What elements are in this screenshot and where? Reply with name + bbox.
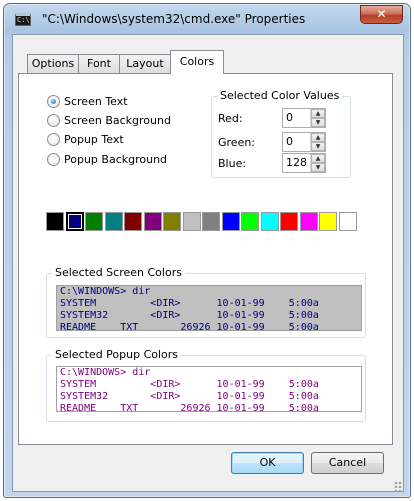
radio-popup-text[interactable]: Popup Text [47, 131, 124, 147]
blue-spinner[interactable]: 128 ▲ ▼ [282, 153, 326, 173]
spin-down-icon[interactable]: ▼ [311, 142, 325, 151]
radio-label: Screen Background [64, 113, 171, 127]
blue-label: Blue: [218, 157, 247, 170]
color-swatch[interactable] [202, 212, 220, 231]
radio-button[interactable] [47, 152, 60, 166]
spin-up-icon[interactable]: ▲ [311, 109, 325, 118]
tab-layout[interactable]: Layout [119, 54, 171, 74]
spin-buttons: ▲ ▼ [310, 133, 325, 151]
red-label: Red: [218, 112, 243, 125]
color-swatch[interactable] [104, 212, 123, 231]
color-swatch[interactable] [143, 212, 162, 231]
red-value[interactable]: 0 [286, 111, 293, 124]
green-label: Green: [218, 136, 256, 149]
color-swatch[interactable] [338, 212, 357, 231]
color-swatch[interactable] [319, 212, 337, 231]
spin-buttons: ▲ ▼ [310, 154, 325, 172]
screen-colors-preview: C:\WINDOWS> dir SYSTEM <DIR> 10-01-99 5:… [56, 285, 362, 331]
radio-button-checked[interactable] [47, 94, 60, 108]
preview-line: SYSTEM32 <DIR> 10-01-99 5:00a [60, 391, 319, 402]
title-bar[interactable]: C:\ "C:\Windows\system32\cmd.exe" Proper… [4, 4, 410, 34]
radio-popup-background[interactable]: Popup Background [47, 151, 167, 167]
color-swatch[interactable] [182, 212, 201, 231]
spin-up-icon[interactable]: ▲ [311, 154, 325, 163]
tab-colors[interactable]: Colors [170, 50, 224, 74]
color-swatch[interactable] [299, 212, 318, 231]
window-title: "C:\Windows\system32\cmd.exe" Properties [42, 12, 306, 26]
preview-line: C:\WINDOWS> dir [60, 286, 151, 297]
color-swatch[interactable] [241, 212, 259, 231]
radio-label: Screen Text [64, 94, 128, 108]
color-swatch[interactable] [65, 212, 84, 231]
radio-label: Popup Background [64, 152, 168, 166]
color-swatch[interactable] [124, 212, 142, 231]
close-button[interactable]: ✕ [360, 5, 403, 24]
preview-line: SYSTEM32 <DIR> 10-01-99 5:00a [60, 310, 319, 321]
color-swatch[interactable] [221, 212, 240, 231]
group-legend: Selected Screen Colors [52, 266, 185, 279]
red-spinner[interactable]: 0 ▲ ▼ [282, 108, 326, 128]
resize-grip-icon[interactable] [394, 481, 404, 491]
color-swatch[interactable] [280, 212, 298, 231]
group-legend: Selected Popup Colors [52, 348, 182, 361]
cancel-button[interactable]: Cancel [311, 452, 384, 474]
color-swatch[interactable] [85, 212, 103, 231]
color-swatch[interactable] [163, 212, 181, 231]
radio-label: Popup Text [64, 132, 124, 146]
green-spinner[interactable]: 0 ▲ ▼ [282, 132, 326, 152]
tab-font[interactable]: Font [78, 54, 120, 74]
cmd-icon: C:\ [15, 13, 31, 26]
spin-down-icon[interactable]: ▼ [311, 118, 325, 127]
spin-buttons: ▲ ▼ [310, 109, 325, 127]
preview-line: C:\WINDOWS> dir [60, 367, 151, 378]
radio-button[interactable] [47, 113, 60, 127]
color-swatch[interactable] [46, 212, 64, 231]
spin-up-icon[interactable]: ▲ [311, 133, 325, 142]
color-swatch[interactable] [260, 212, 279, 231]
preview-line: README TXT 26926 10-01-99 5:00a [60, 403, 319, 412]
blue-value[interactable]: 128 [286, 156, 307, 169]
spin-down-icon[interactable]: ▼ [311, 163, 325, 172]
radio-screen-text[interactable]: Screen Text [47, 93, 128, 109]
preview-line: SYSTEM <DIR> 10-01-99 5:00a [60, 298, 319, 309]
preview-line: SYSTEM <DIR> 10-01-99 5:00a [60, 379, 319, 390]
preview-line: README TXT 26926 10-01-99 5:00a [60, 322, 319, 331]
tab-options[interactable]: Options [27, 54, 79, 74]
group-legend: Selected Color Values [217, 89, 343, 102]
green-value[interactable]: 0 [286, 135, 293, 148]
radio-button[interactable] [47, 132, 60, 146]
popup-colors-preview: C:\WINDOWS> dir SYSTEM <DIR> 10-01-99 5:… [56, 366, 362, 412]
ok-button[interactable]: OK [231, 452, 304, 474]
radio-screen-background[interactable]: Screen Background [47, 112, 171, 128]
